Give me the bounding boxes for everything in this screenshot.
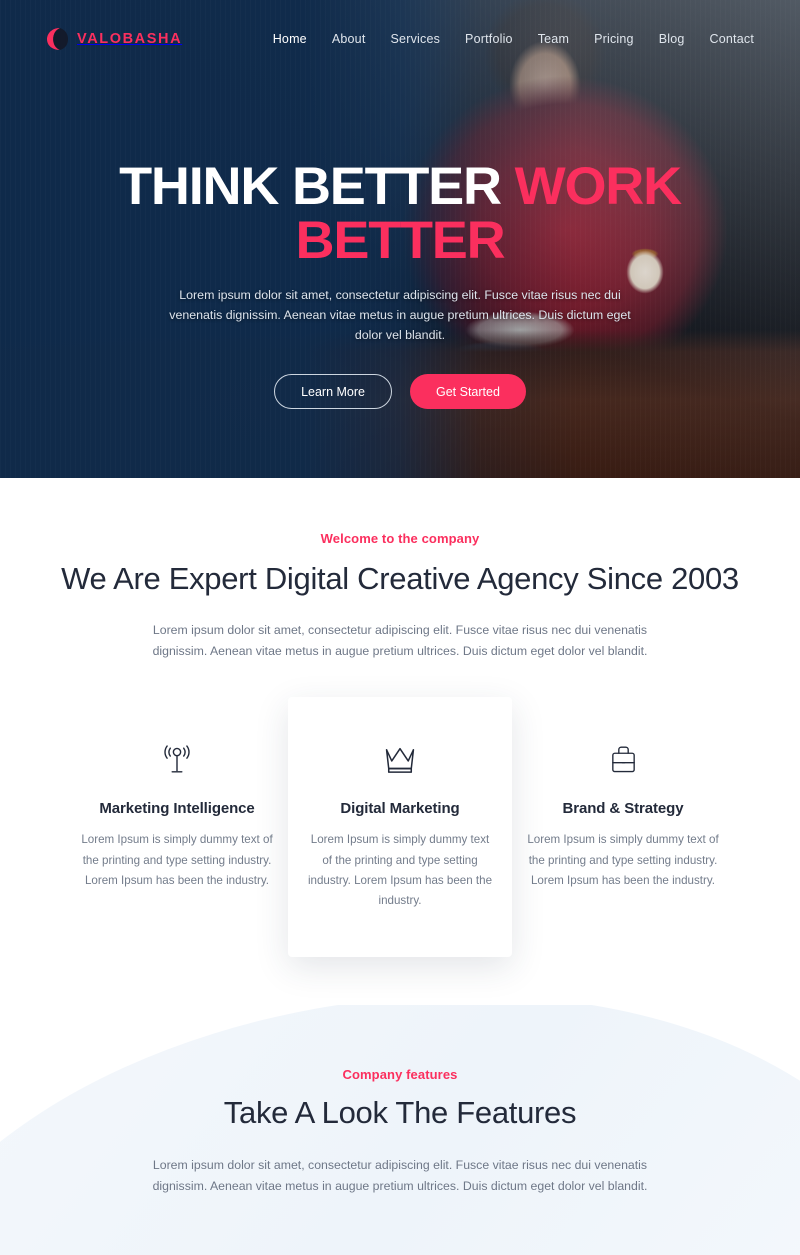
- service-card-title: Digital Marketing: [340, 800, 460, 818]
- learn-more-button[interactable]: Learn More: [274, 374, 392, 410]
- briefcase-icon: [526, 740, 720, 780]
- hero-headline: THINK BETTER WORK BETTER: [33, 157, 767, 268]
- get-started-button[interactable]: Get Started: [410, 374, 526, 410]
- features-eyebrow: Company features: [342, 1067, 458, 1083]
- hero-action-buttons: Learn More Get Started: [40, 374, 760, 410]
- nav-item-blog[interactable]: Blog: [659, 32, 685, 46]
- service-card-text: Lorem Ipsum is simply dummy text of the …: [527, 833, 719, 887]
- service-card-title: Marketing Intelligence: [99, 800, 255, 818]
- nav-item-pricing[interactable]: Pricing: [594, 32, 634, 46]
- service-cards: Marketing Intelligence Lorem Ipsum is si…: [0, 697, 800, 958]
- service-card-digital-marketing[interactable]: Digital Marketing Lorem Ipsum is simply …: [288, 697, 512, 958]
- welcome-title: We Are Expert Digital Creative Agency Si…: [61, 561, 739, 596]
- brand-logo[interactable]: VALOBASHA: [46, 27, 182, 51]
- brand-name: VALOBASHA: [77, 31, 183, 47]
- site-header: VALOBASHA Home About Services Portfolio …: [0, 0, 800, 78]
- features-description: Lorem ipsum dolor sit amet, consectetur …: [152, 1158, 648, 1193]
- features-title: Take A Look The Features: [223, 1095, 577, 1131]
- hero-content: THINK BETTER WORK BETTER Lorem ipsum dol…: [0, 157, 800, 410]
- welcome-section: Welcome to the company We Are Expert Dig…: [0, 478, 800, 958]
- service-card-title: Brand & Strategy: [562, 800, 684, 818]
- service-card-marketing-intelligence[interactable]: Marketing Intelligence Lorem Ipsum is si…: [66, 706, 288, 917]
- hero-headline-part-one: THINK BETTER: [119, 157, 515, 216]
- service-card-brand-strategy[interactable]: Brand & Strategy Lorem Ipsum is simply d…: [512, 706, 734, 917]
- welcome-description: Lorem ipsum dolor sit amet, consectetur …: [152, 623, 648, 658]
- main-navigation: Home About Services Portfolio Team Prici…: [273, 32, 754, 46]
- broadcast-antenna-icon: [80, 740, 274, 780]
- welcome-eyebrow: Welcome to the company: [320, 531, 480, 546]
- service-card-text: Lorem Ipsum is simply dummy text of the …: [307, 833, 493, 908]
- crescent-logo-icon: [46, 27, 68, 51]
- nav-item-team[interactable]: Team: [538, 32, 569, 46]
- nav-item-portfolio[interactable]: Portfolio: [465, 32, 513, 46]
- nav-item-contact[interactable]: Contact: [710, 32, 754, 46]
- hero-section: VALOBASHA Home About Services Portfolio …: [0, 0, 800, 478]
- crown-icon: [306, 740, 494, 780]
- nav-item-home[interactable]: Home: [273, 32, 307, 46]
- service-card-text: Lorem Ipsum is simply dummy text of the …: [81, 833, 273, 887]
- nav-item-services[interactable]: Services: [391, 32, 441, 46]
- features-section: Company features Take A Look The Feature…: [0, 1005, 800, 1255]
- nav-item-about[interactable]: About: [332, 32, 366, 46]
- hero-description: Lorem ipsum dolor sit amet, consectetur …: [169, 288, 631, 343]
